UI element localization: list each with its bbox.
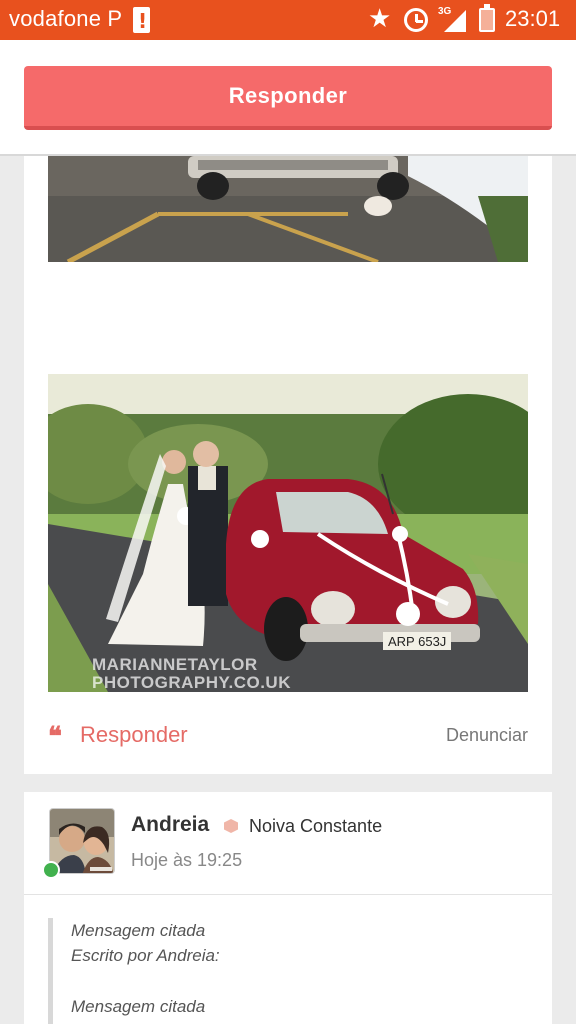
author-name[interactable]: Andreia <box>131 813 209 837</box>
wedding-car-photo[interactable] <box>48 156 528 262</box>
quote-icon[interactable]: ❝ <box>48 722 62 752</box>
reply-link[interactable]: Responder <box>80 722 188 748</box>
alarm-icon <box>404 8 428 32</box>
post-card: ARP 653J MARIANNETAYLOR PHOTOGRAPHY.CO.U… <box>24 156 552 774</box>
carrier-name: vodafone P <box>9 6 123 31</box>
signal-icon: 3G <box>438 6 468 34</box>
reply-button[interactable]: Responder <box>24 66 552 130</box>
post-timestamp: Hoje às 19:25 <box>131 850 243 870</box>
author-rank: Noiva Constante <box>249 816 383 836</box>
quoted-message: Mensagem citada Escrito por Andreia: Men… <box>48 918 528 1024</box>
reply-header: Responder <box>0 40 576 156</box>
wedding-couple-photo[interactable]: ARP 653J MARIANNETAYLOR PHOTOGRAPHY.CO.U… <box>48 374 528 692</box>
report-link[interactable]: Denunciar <box>446 725 528 746</box>
comment-card: Andreia Noiva Constante Hoje às 19:25 Me… <box>24 792 552 1024</box>
quote-author: Escrito por Andreia: <box>71 946 220 965</box>
rank-badge-icon <box>224 819 238 833</box>
warning-icon <box>133 7 150 33</box>
clock: 23:01 <box>505 6 561 31</box>
avatar[interactable] <box>49 808 115 874</box>
watermark-line: MARIANNETAYLOR <box>92 655 258 674</box>
nested-quote-label: Mensagem citada <box>71 997 206 1016</box>
status-bar: vodafone P ★ 3G 23:01 <box>0 0 576 40</box>
star-icon: ★ <box>368 4 392 34</box>
photo-watermark: MARIANNETAYLOR PHOTOGRAPHY.CO.UK <box>92 656 291 692</box>
quote-label: Mensagem citada <box>71 921 206 940</box>
watermark-line: PHOTOGRAPHY.CO.UK <box>92 673 291 692</box>
svg-text:ARP 653J: ARP 653J <box>388 634 446 649</box>
online-status-dot <box>42 861 60 879</box>
divider <box>24 894 552 895</box>
post-actions: ❝ Responder Denunciar <box>24 716 552 756</box>
battery-icon <box>479 4 495 32</box>
